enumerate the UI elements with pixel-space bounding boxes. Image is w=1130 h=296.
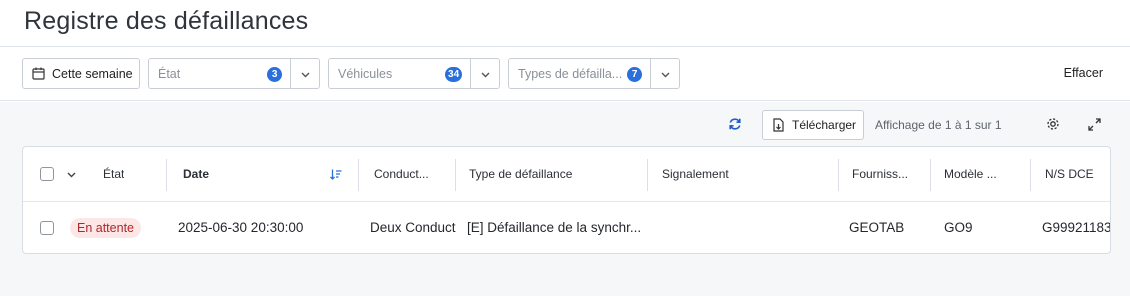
types-filter-count-badge: 7 bbox=[627, 67, 643, 82]
calendar-icon bbox=[32, 67, 45, 80]
etat-filter-dropdown[interactable] bbox=[290, 59, 319, 88]
chevron-down-icon bbox=[661, 65, 670, 83]
column-header-fournisseur[interactable]: Fourniss... bbox=[852, 147, 908, 201]
status-cell: En attente bbox=[70, 202, 141, 253]
column-header-signalement[interactable]: Signalement bbox=[662, 147, 729, 201]
etat-filter-field[interactable]: État 3 bbox=[149, 59, 290, 88]
modele-cell: GO9 bbox=[944, 220, 973, 235]
column-header-modele[interactable]: Modèle ... bbox=[944, 147, 997, 201]
select-all-checkbox[interactable] bbox=[40, 147, 54, 201]
types-filter-dropdown[interactable] bbox=[650, 59, 679, 88]
date-range-button[interactable]: Cette semaine bbox=[22, 58, 140, 89]
types-filter[interactable]: Types de défailla... 7 bbox=[508, 58, 680, 89]
gear-icon[interactable] bbox=[1046, 117, 1060, 131]
date-range-label: Cette semaine bbox=[52, 66, 133, 81]
chevron-down-icon bbox=[481, 65, 490, 83]
select-menu-chevron[interactable] bbox=[67, 147, 76, 201]
vehicules-filter[interactable]: Véhicules 34 bbox=[328, 58, 500, 89]
column-header-conducteur[interactable]: Conduct... bbox=[374, 147, 429, 201]
conducteur-cell: Deux Conduct bbox=[370, 220, 456, 235]
page-header: Registre des défaillances bbox=[0, 0, 1130, 47]
types-filter-placeholder: Types de défailla... bbox=[518, 66, 623, 81]
content-area: Télécharger Affichage de 1 à 1 sur 1 Éta… bbox=[0, 102, 1130, 296]
vehicules-filter-dropdown[interactable] bbox=[470, 59, 499, 88]
download-button[interactable]: Télécharger bbox=[762, 110, 864, 140]
chevron-down-icon bbox=[67, 167, 76, 181]
etat-filter-placeholder: État bbox=[158, 66, 181, 81]
page-title: Registre des défaillances bbox=[24, 7, 309, 35]
column-header-ns-dce[interactable]: N/S DCE bbox=[1045, 147, 1094, 201]
chevron-down-icon bbox=[301, 65, 310, 83]
vehicules-filter-count-badge: 34 bbox=[445, 67, 463, 82]
pagination-info: Affichage de 1 à 1 sur 1 bbox=[875, 118, 1002, 132]
column-separator bbox=[930, 159, 931, 191]
vehicules-filter-placeholder: Véhicules bbox=[338, 66, 393, 81]
refresh-icon[interactable] bbox=[728, 117, 742, 131]
column-header-date[interactable]: Date bbox=[183, 147, 209, 201]
ns-dce-cell: G99921183 bbox=[1042, 220, 1111, 235]
defects-table: État Date Conduct... Type de défaillance… bbox=[22, 146, 1111, 254]
table-row[interactable]: En attente 2025-06-30 20:30:00 Deux Cond… bbox=[23, 202, 1110, 253]
etat-filter[interactable]: État 3 bbox=[148, 58, 320, 89]
column-separator bbox=[166, 159, 167, 191]
types-filter-field[interactable]: Types de défailla... 7 bbox=[509, 59, 650, 88]
sort-descending-icon[interactable] bbox=[330, 147, 342, 201]
filter-bar: Cette semaine État 3 Véhicules 34 Types … bbox=[0, 47, 1130, 101]
column-separator bbox=[838, 159, 839, 191]
column-separator bbox=[358, 159, 359, 191]
row-checkbox[interactable] bbox=[40, 202, 54, 253]
type-cell: [E] Défaillance de la synchr... bbox=[467, 220, 642, 235]
column-separator bbox=[647, 159, 648, 191]
column-separator bbox=[455, 159, 456, 191]
column-header-etat[interactable]: État bbox=[103, 147, 124, 201]
download-label: Télécharger bbox=[792, 118, 857, 132]
table-toolbar: Télécharger Affichage de 1 à 1 sur 1 bbox=[0, 102, 1130, 146]
column-header-type[interactable]: Type de défaillance bbox=[469, 147, 572, 201]
expand-icon[interactable] bbox=[1088, 118, 1101, 131]
vehicules-filter-field[interactable]: Véhicules 34 bbox=[329, 59, 470, 88]
fournisseur-cell: GEOTAB bbox=[849, 220, 905, 235]
table-header-row: État Date Conduct... Type de défaillance… bbox=[23, 147, 1110, 202]
status-badge: En attente bbox=[70, 217, 141, 238]
column-separator bbox=[1030, 159, 1031, 191]
date-cell: 2025-06-30 20:30:00 bbox=[178, 220, 304, 235]
download-file-icon bbox=[772, 118, 785, 132]
clear-filters-link[interactable]: Effacer bbox=[1064, 66, 1103, 80]
etat-filter-count-badge: 3 bbox=[267, 67, 283, 82]
